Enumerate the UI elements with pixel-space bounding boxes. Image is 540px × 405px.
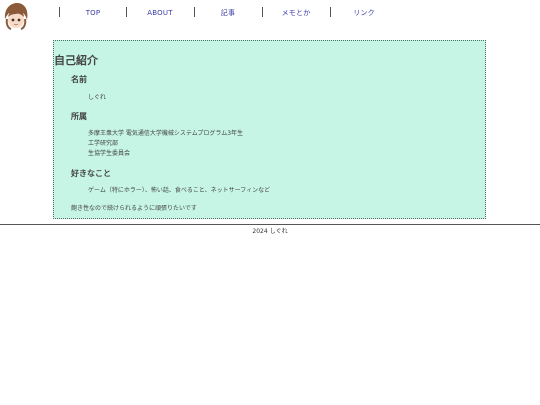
- nav-separator: [262, 7, 263, 17]
- nav-separator: [59, 7, 60, 17]
- affiliation-line: 多摩王衆大学 電気通信大学機械システムプログラム3年生: [88, 130, 244, 137]
- likes-value: ゲーム（特にホラー）、怖い話、食べること、ネットサーフィンなど: [88, 187, 271, 194]
- nav-separator: [126, 7, 127, 17]
- likes-heading: 好きなこと: [71, 169, 111, 178]
- closing-note: 飽き性なので続けられるように頑張りたいです: [71, 205, 197, 212]
- nav-top-link[interactable]: TOP: [65, 7, 121, 19]
- name-heading: 名前: [71, 75, 87, 84]
- affiliation-heading: 所属: [71, 112, 87, 121]
- page-title: 自己紹介: [54, 54, 98, 67]
- nav-links-link[interactable]: リンク: [335, 7, 393, 19]
- affiliation-line: 工学研究部: [88, 140, 119, 147]
- nav-separator: [330, 7, 331, 17]
- profile-card: 自己紹介 名前 しぐれ 所属 多摩王衆大学 電気通信大学機械システムプログラム3…: [53, 40, 486, 219]
- affiliation-line: 生協学生委員会: [88, 150, 131, 157]
- footer-divider: [0, 224, 540, 225]
- avatar-icon[interactable]: [2, 2, 30, 30]
- nav-articles-link[interactable]: 記事: [199, 7, 257, 19]
- footer-copyright: 2024 しぐれ: [252, 228, 288, 235]
- name-value: しぐれ: [88, 94, 107, 101]
- nav-separator: [194, 7, 195, 17]
- nav-memo-link[interactable]: メモとか: [267, 7, 325, 19]
- nav-about-link[interactable]: ABOUT: [131, 7, 189, 19]
- site-header: TOP ABOUT 記事 メモとか リンク: [0, 0, 540, 30]
